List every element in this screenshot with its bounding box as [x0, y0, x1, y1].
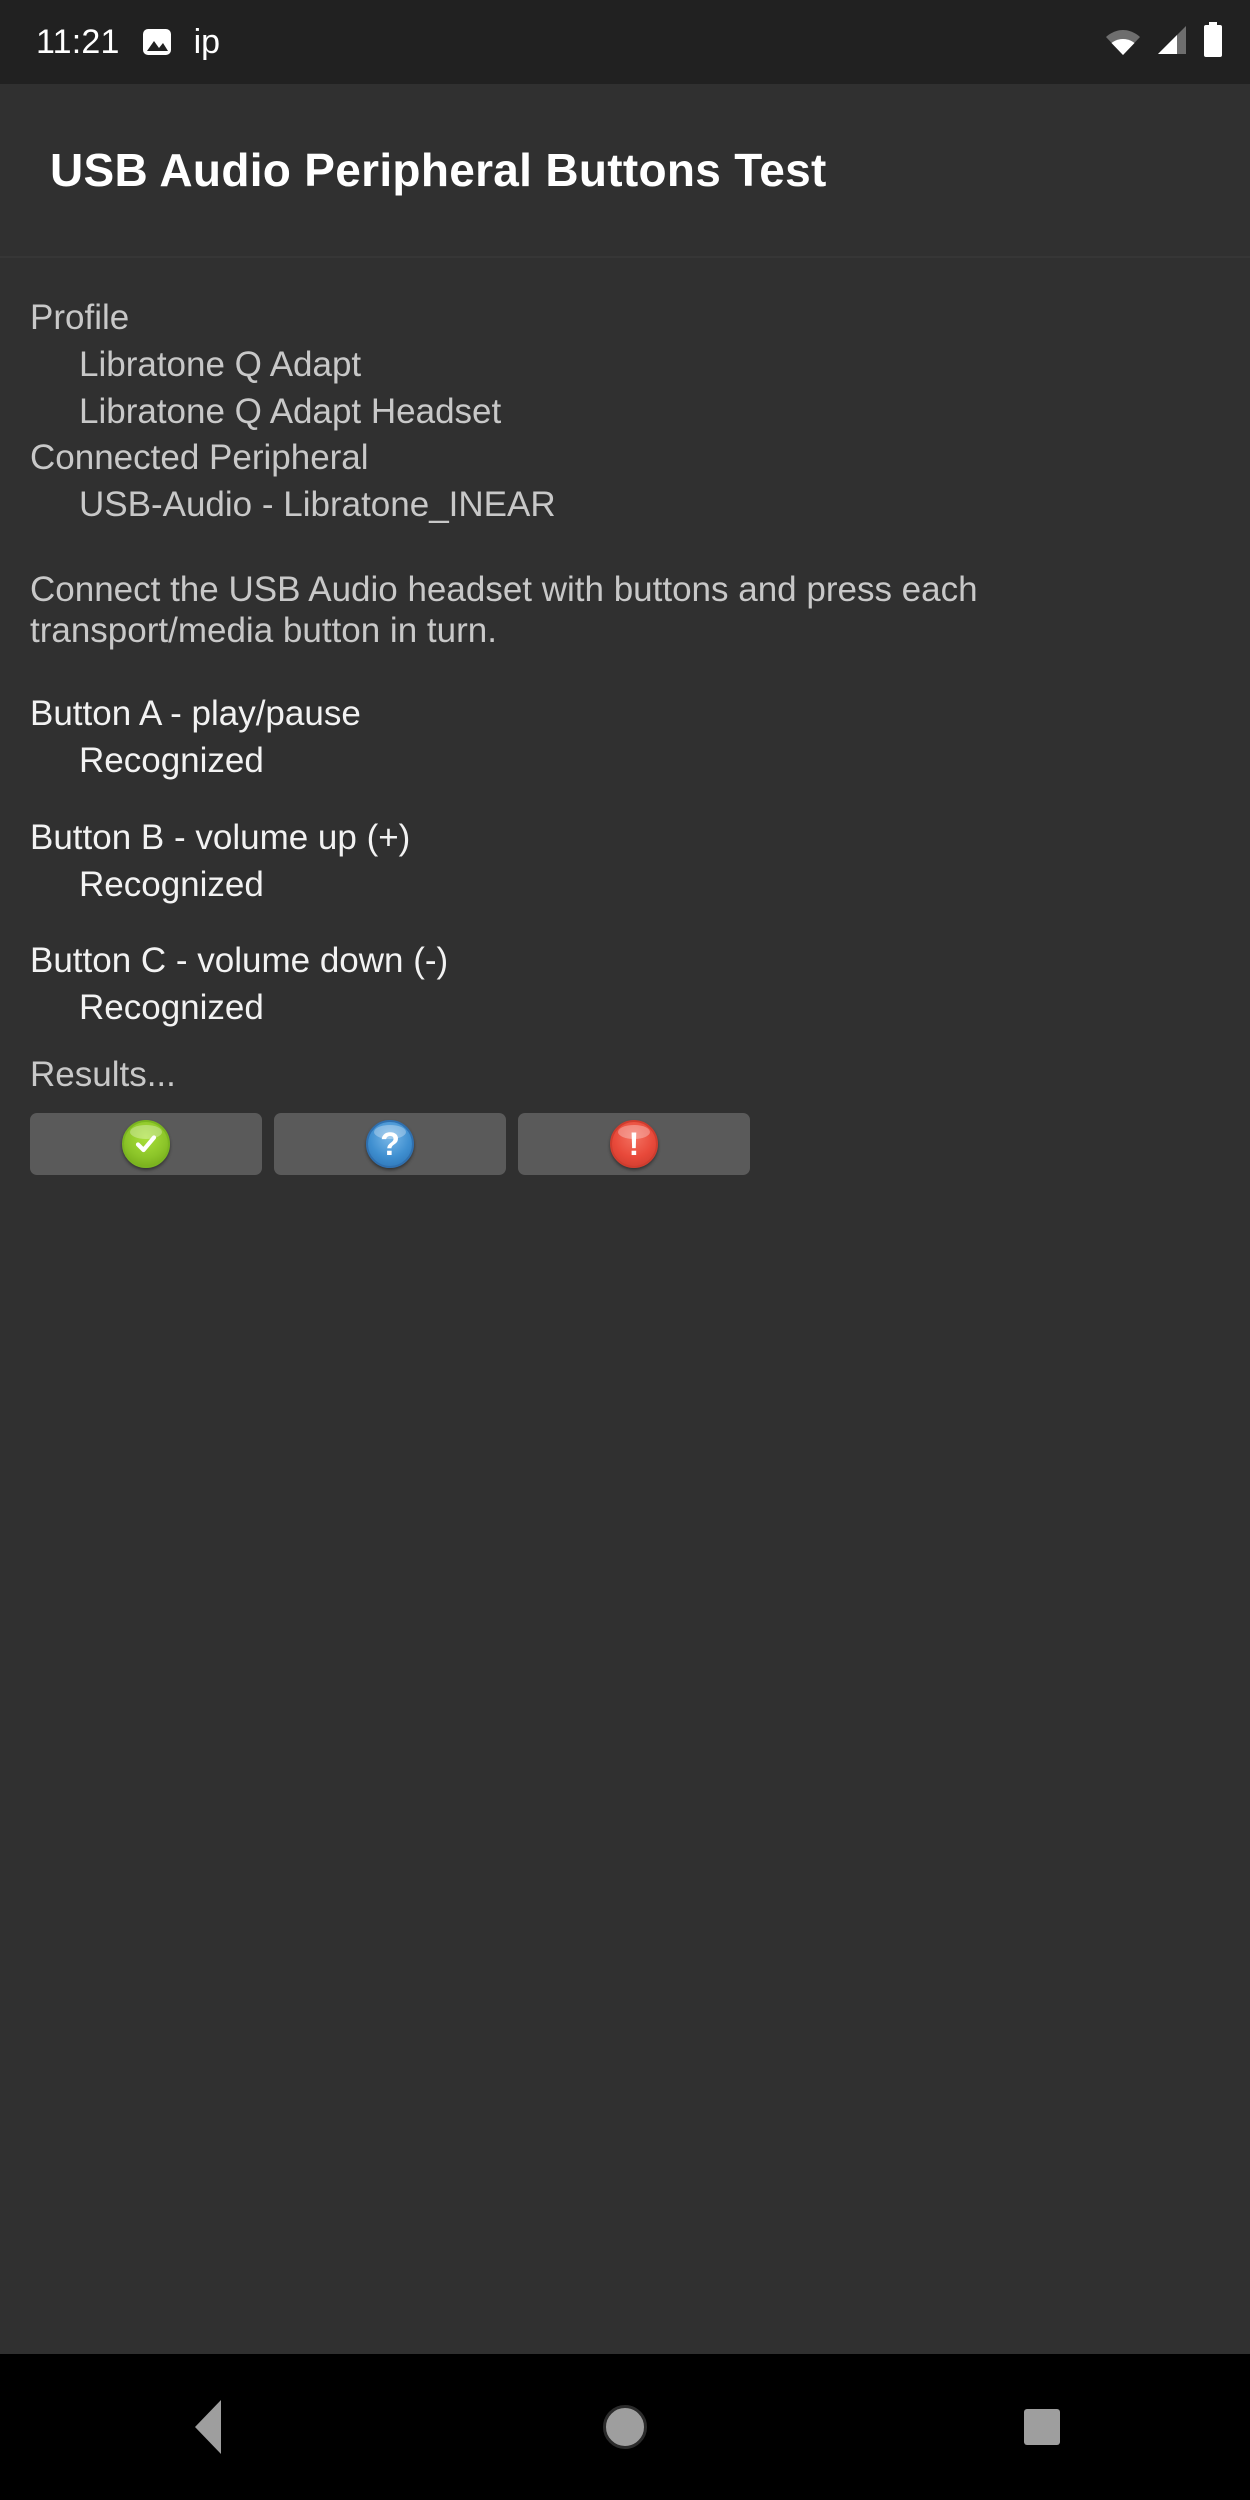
status-bar-left: 11:21 ip: [36, 25, 220, 59]
error-circle-icon: !: [610, 1119, 658, 1168]
exclamation-mark-glyph: !: [628, 1125, 640, 1162]
button-b-label: Button B - volume up (+): [30, 817, 411, 857]
result-pass-button[interactable]: [30, 1112, 262, 1175]
profile-label: Profile: [30, 298, 130, 337]
cell-signal-icon: [1155, 24, 1189, 61]
button-a-status: Recognized: [79, 741, 264, 781]
recents-square-icon: [1023, 2409, 1060, 2445]
button-c-status: Recognized: [79, 988, 264, 1028]
page-title: USB Audio Peripheral Buttons Test: [50, 144, 827, 196]
profile-value-1: Libratone Q Adapt Headset: [79, 391, 502, 431]
main-content: Profile Libratone Q Adapt Libratone Q Ad…: [0, 260, 1250, 2354]
question-circle-icon: ?: [366, 1119, 414, 1168]
notification-label: ip: [193, 23, 221, 61]
home-circle-icon: [603, 2405, 647, 2449]
photo-icon: [140, 25, 174, 59]
nav-recents-button[interactable]: [833, 2354, 1250, 2500]
connected-peripheral-label: Connected Peripheral: [30, 438, 369, 478]
results-label: Results...: [30, 1054, 176, 1094]
android-navigation-bar: [0, 2354, 1250, 2500]
profile-value-0: Libratone Q Adapt: [79, 344, 362, 384]
button-a-label: Button A - play/pause: [30, 694, 361, 734]
status-clock: 11:21: [36, 23, 120, 61]
status-bar: 11:21 ip: [0, 0, 1250, 84]
connected-peripheral-value: USB-Audio - Libratone_INEAR: [79, 485, 556, 524]
question-mark-glyph: ?: [380, 1125, 400, 1162]
app-title-bar: USB Audio Peripheral Buttons Test: [0, 84, 1250, 258]
result-info-button[interactable]: ?: [274, 1112, 506, 1175]
wifi-icon: [1104, 24, 1142, 61]
check-circle-icon: [122, 1119, 170, 1168]
button-c-label: Button C - volume down (-): [30, 941, 449, 981]
results-button-row: ? !: [30, 1112, 1220, 1175]
instructions-text: Connect the USB Audio headset with butto…: [30, 569, 978, 651]
nav-back-button[interactable]: [0, 2354, 417, 2500]
result-fail-button[interactable]: !: [518, 1112, 750, 1175]
button-b-status: Recognized: [79, 864, 264, 904]
back-triangle-icon: [195, 2400, 222, 2454]
status-bar-right: [1104, 21, 1224, 63]
nav-home-button[interactable]: [417, 2354, 834, 2500]
battery-icon: [1202, 21, 1224, 63]
